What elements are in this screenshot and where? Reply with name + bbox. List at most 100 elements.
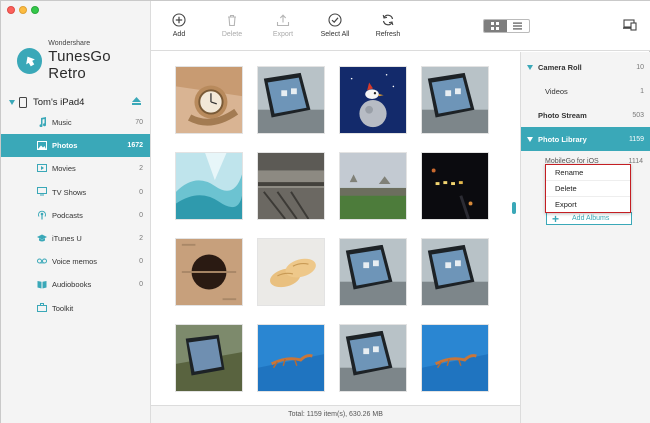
photo-thumbnail[interactable] xyxy=(339,152,407,220)
album-context-menu: Rename Delete Export xyxy=(545,164,631,213)
tunesgo-logo-icon xyxy=(17,47,43,74)
brand-name: TunesGo Retro xyxy=(48,48,111,82)
delete-button[interactable]: Delete xyxy=(207,13,257,38)
sidebar-item-count: 0 xyxy=(139,258,143,266)
photo-thumbnail[interactable] xyxy=(175,66,243,134)
device-header[interactable]: Tom's iPad4 xyxy=(9,95,149,109)
list-view-icon xyxy=(513,22,523,30)
grid-view-button[interactable] xyxy=(484,20,507,32)
sidebar-item-count: 0 xyxy=(139,281,143,289)
app-logo: Wondershare TunesGo Retro xyxy=(17,39,150,82)
itunes-u-icon xyxy=(37,233,47,243)
photo-thumbnail[interactable] xyxy=(175,238,243,306)
device-transfer-icon[interactable] xyxy=(623,19,637,33)
sidebar-item-toolkit[interactable]: Toolkit xyxy=(1,297,150,320)
photo-thumbnail[interactable] xyxy=(257,152,325,220)
photo-thumbnail[interactable] xyxy=(175,152,243,220)
view-toggle xyxy=(483,19,530,33)
toolbar: Add Delete Export Select All Refresh xyxy=(151,1,650,51)
sidebar-item-count: 0 xyxy=(139,211,143,219)
refresh-label: Refresh xyxy=(375,31,401,38)
album-photo-stream[interactable]: Photo Stream 503 xyxy=(521,103,650,127)
photo-thumbnail[interactable] xyxy=(339,66,407,134)
add-albums-button[interactable]: + Add Albums xyxy=(546,212,632,225)
sidebar-item-label: Voice memos xyxy=(52,257,98,267)
sidebar-item-label: Photos xyxy=(52,141,78,151)
scrollbar-thumb[interactable] xyxy=(512,202,516,214)
grid-scrollbar[interactable] xyxy=(509,52,519,406)
expand-triangle-icon[interactable] xyxy=(527,64,533,70)
export-icon xyxy=(276,14,290,27)
photo-thumbnail[interactable] xyxy=(257,66,325,134)
sidebar-item-tv-shows[interactable]: TV Shows 0 xyxy=(1,181,150,204)
photo-thumbnail[interactable] xyxy=(421,324,489,392)
sidebar-item-count: 70 xyxy=(135,119,143,127)
list-view-button[interactable] xyxy=(507,20,530,32)
minimize-window-button[interactable] xyxy=(19,6,27,14)
photo-thumbnail[interactable] xyxy=(421,152,489,220)
album-label: Photo Library xyxy=(538,134,587,144)
album-count: 1 xyxy=(640,87,644,95)
sidebar-item-podcasts[interactable]: Podcasts 0 xyxy=(1,204,150,227)
album-photo-library[interactable]: Photo Library 1159 xyxy=(521,127,650,151)
select-all-label: Select All xyxy=(320,31,350,38)
photo-thumbnail[interactable] xyxy=(257,238,325,306)
context-export[interactable]: Export xyxy=(546,195,630,211)
add-button[interactable]: Add xyxy=(154,13,204,38)
photo-thumbnail[interactable] xyxy=(421,66,489,134)
expand-triangle-icon[interactable] xyxy=(527,136,533,142)
context-delete[interactable]: Delete xyxy=(546,180,630,195)
export-button[interactable]: Export xyxy=(258,13,308,38)
add-icon xyxy=(172,13,186,27)
sidebar-item-photos[interactable]: Photos 1672 xyxy=(1,134,150,158)
zoom-window-button[interactable] xyxy=(31,6,39,14)
brand-small: Wondershare xyxy=(48,40,91,47)
photo-grid xyxy=(151,52,506,406)
tv-icon xyxy=(37,187,47,197)
add-label: Add xyxy=(172,31,186,38)
toolkit-icon xyxy=(37,303,47,313)
album-count: 1159 xyxy=(628,135,644,143)
voice-memo-icon xyxy=(37,256,47,266)
context-rename[interactable]: Rename xyxy=(546,165,630,180)
expand-triangle-icon[interactable] xyxy=(9,99,15,105)
sidebar-item-label: Movies xyxy=(52,164,76,174)
device-name: Tom's iPad4 xyxy=(33,96,85,108)
sidebar-item-label: iTunes U xyxy=(52,234,82,244)
photo-thumbnail[interactable] xyxy=(339,324,407,392)
album-count: 10 xyxy=(636,63,644,71)
album-videos[interactable]: Videos 1 xyxy=(521,79,650,103)
photo-thumbnail[interactable] xyxy=(339,238,407,306)
refresh-icon xyxy=(382,14,394,26)
album-panel: Camera Roll 10 Videos 1 Photo Stream 503… xyxy=(520,52,650,423)
status-bar: Total: 1159 item(s), 630.26 MB xyxy=(151,405,520,423)
sidebar-item-label: Toolkit xyxy=(52,303,74,313)
plus-icon: + xyxy=(552,211,560,226)
sidebar-item-count: 1672 xyxy=(127,142,143,150)
sidebar-item-count: 2 xyxy=(139,235,143,243)
add-albums-label: Add Albums xyxy=(572,215,610,222)
export-label: Export xyxy=(272,31,294,38)
sidebar-item-movies[interactable]: Movies 2 xyxy=(1,157,150,180)
album-count: 503 xyxy=(632,111,644,119)
photo-thumbnail[interactable] xyxy=(175,324,243,392)
eject-icon[interactable] xyxy=(132,97,141,107)
album-camera-roll[interactable]: Camera Roll 10 xyxy=(521,55,650,79)
sidebar-item-label: Music xyxy=(52,118,72,128)
window-controls xyxy=(7,6,39,14)
album-label: Videos xyxy=(545,86,568,96)
refresh-button[interactable]: Refresh xyxy=(363,13,413,38)
sidebar: Wondershare TunesGo Retro Tom's iPad4 Mu… xyxy=(1,1,151,423)
sidebar-item-count: 2 xyxy=(139,165,143,173)
sidebar-item-music[interactable]: Music 70 xyxy=(1,111,150,134)
close-window-button[interactable] xyxy=(7,6,15,14)
photo-thumbnail[interactable] xyxy=(257,324,325,392)
sidebar-item-itunes-u[interactable]: iTunes U 2 xyxy=(1,227,150,250)
music-icon xyxy=(37,117,47,127)
sidebar-item-voice-memos[interactable]: Voice memos 0 xyxy=(1,250,150,273)
album-label: Photo Stream xyxy=(538,110,587,120)
sidebar-item-audiobooks[interactable]: Audiobooks 0 xyxy=(1,273,150,296)
select-all-button[interactable]: Select All xyxy=(310,13,360,38)
photo-thumbnail[interactable] xyxy=(421,238,489,306)
delete-label: Delete xyxy=(221,31,243,38)
